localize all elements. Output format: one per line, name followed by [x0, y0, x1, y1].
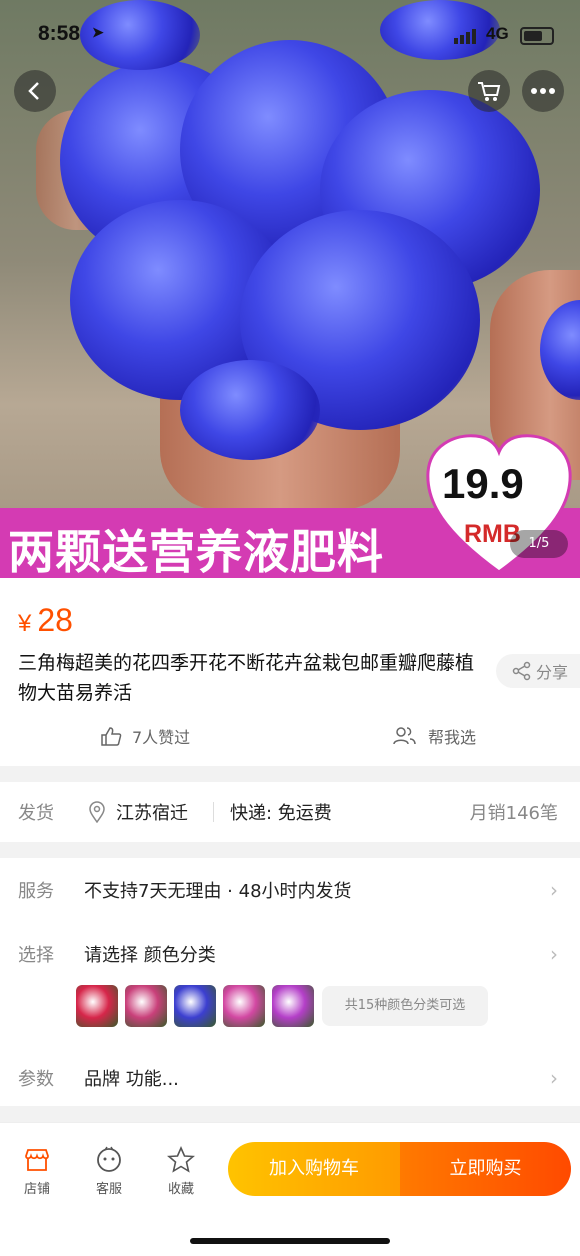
params-value: 品牌 功能...	[84, 1069, 179, 1090]
customer-service-label: 客服	[95, 1182, 122, 1197]
color-thumb[interactable]	[174, 985, 216, 1027]
customer-service-icon	[97, 1146, 121, 1172]
chevron-right-icon: ›	[550, 1066, 558, 1090]
select-row[interactable]: 选择 请选择 颜色分类 ›	[0, 928, 580, 980]
bloom	[180, 360, 320, 460]
promo-banner-text: 两颗送营养液肥料	[8, 525, 384, 579]
more-colors-pill[interactable]: 共15种颜色分类可选	[322, 986, 488, 1026]
chevron-left-icon	[28, 82, 39, 100]
buy-now-button[interactable]: 立即购买	[400, 1142, 571, 1196]
select-label: 选择	[18, 945, 54, 966]
cart-icon	[478, 82, 501, 101]
people-icon	[393, 727, 416, 745]
store-button[interactable]: 店铺	[12, 1146, 62, 1197]
signal-icon	[454, 29, 476, 44]
favorite-label: 收藏	[167, 1182, 194, 1197]
share-button[interactable]: 分享	[496, 654, 580, 688]
likes-label: 7人赞过	[132, 728, 191, 747]
star-icon	[167, 1146, 195, 1173]
price-symbol: ¥	[18, 610, 32, 637]
cart-button[interactable]	[468, 70, 510, 112]
status-time: 8:58	[38, 22, 81, 45]
back-button[interactable]	[14, 70, 56, 112]
status-bar: 8:58 ➤ 4G	[0, 18, 580, 52]
chevron-right-icon: ›	[550, 942, 558, 966]
service-value: 不支持7天无理由 · 48小时内发货	[84, 881, 352, 902]
color-thumb[interactable]	[272, 985, 314, 1027]
params-row[interactable]: 参数 品牌 功能... ›	[0, 1052, 580, 1104]
shipping-location: 江苏宿迁	[116, 803, 188, 824]
help-choose-button[interactable]: 帮我选	[392, 724, 476, 748]
product-price: ¥28	[18, 602, 73, 639]
help-choose-label: 帮我选	[428, 728, 477, 747]
params-label: 参数	[18, 1069, 54, 1090]
color-thumb[interactable]	[223, 985, 265, 1027]
color-thumb[interactable]	[125, 985, 167, 1027]
more-button[interactable]	[522, 70, 564, 112]
image-pager: 1/5	[510, 530, 568, 558]
promo-price: 19.9	[442, 460, 524, 507]
shipping-express: 快递: 免运费	[230, 803, 332, 824]
store-label: 店铺	[23, 1182, 50, 1197]
store-icon	[25, 1149, 49, 1171]
color-thumb[interactable]	[76, 985, 118, 1027]
service-label: 服务	[18, 881, 54, 902]
chevron-right-icon: ›	[550, 878, 558, 902]
share-icon	[512, 661, 531, 681]
price-value: 28	[37, 602, 73, 638]
location-pin-icon	[89, 801, 105, 823]
home-indicator[interactable]	[190, 1238, 390, 1244]
monthly-sales: 月销146笔	[469, 803, 558, 824]
customer-service-button[interactable]: 客服	[84, 1146, 134, 1197]
battery-icon	[520, 27, 554, 45]
location-arrow-icon: ➤	[92, 24, 104, 40]
favorite-button[interactable]: 收藏	[156, 1146, 206, 1197]
share-label: 分享	[536, 663, 569, 682]
like-button[interactable]: 7人赞过	[100, 724, 190, 748]
product-title: 三角梅超美的花四季开花不断花卉盆栽包邮重瓣爬藤植物大苗易养活	[18, 652, 475, 704]
network-type: 4G	[486, 24, 509, 43]
thumbs-up-icon	[101, 727, 122, 746]
shipping-label: 发货	[18, 803, 54, 824]
shipping-row[interactable]: 发货 江苏宿迁 快递: 免运费 月销146笔	[0, 786, 580, 838]
divider	[213, 802, 214, 822]
more-dots-icon	[531, 88, 555, 94]
add-to-cart-button[interactable]: 加入购物车	[228, 1142, 400, 1196]
service-row[interactable]: 服务 不支持7天无理由 · 48小时内发货 ›	[0, 864, 580, 916]
select-value: 请选择 颜色分类	[84, 945, 216, 966]
